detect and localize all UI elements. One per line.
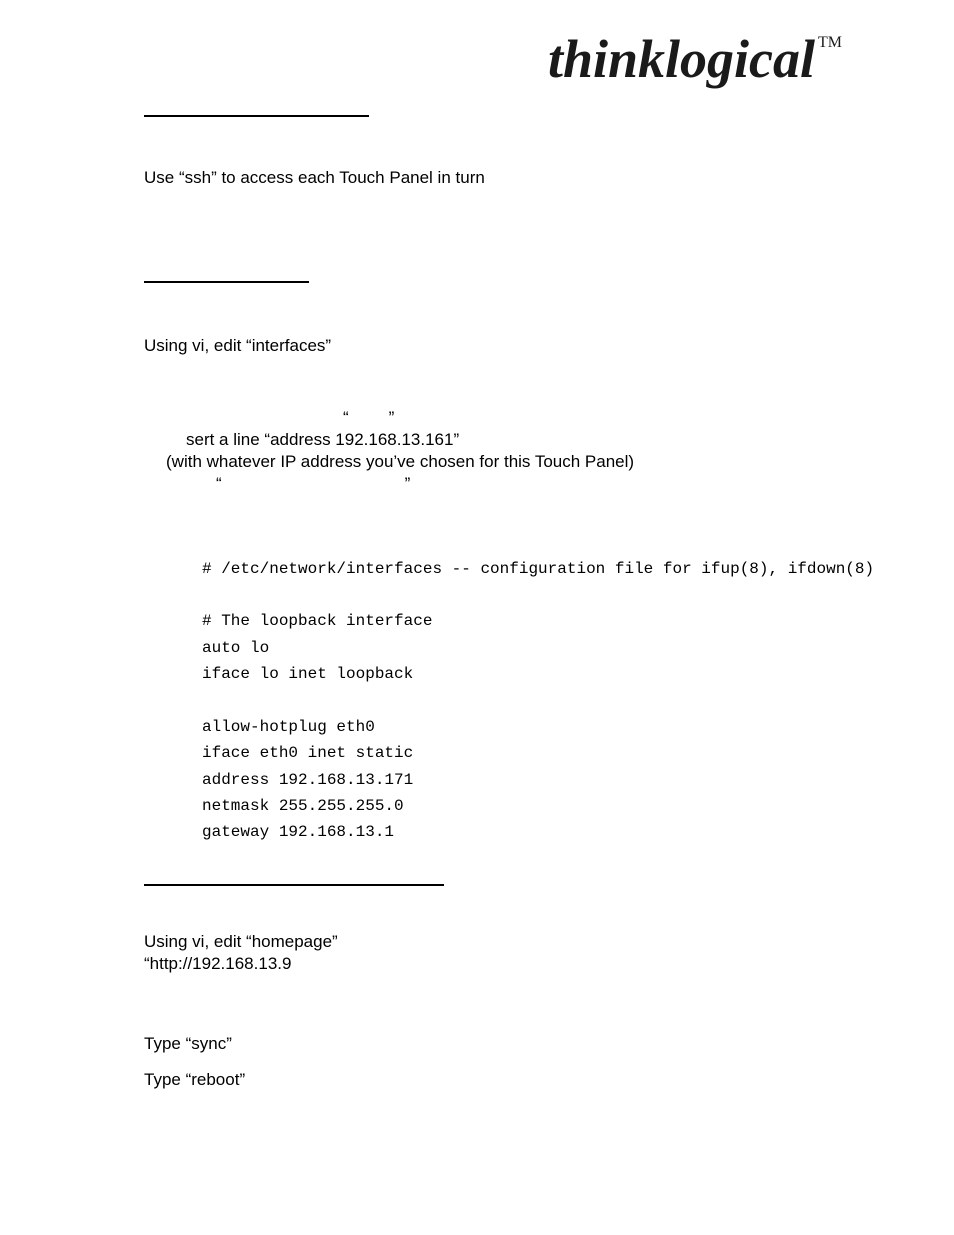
paragraph: Use “ssh” to access each Touch Panel in … bbox=[144, 167, 844, 189]
code-block: # /etc/network/interfaces -- configurati… bbox=[202, 556, 844, 846]
divider bbox=[144, 115, 369, 117]
paragraph: sert a line “address 192.168.13.161” bbox=[186, 429, 844, 451]
brand-text: thinklogical bbox=[548, 29, 815, 89]
code-line: iface eth0 inet static bbox=[202, 744, 413, 762]
code-line: # /etc/network/interfaces -- configurati… bbox=[202, 560, 874, 578]
code-line: auto lo bbox=[202, 639, 269, 657]
trademark-icon: TM bbox=[818, 34, 842, 51]
code-line: # The loopback interface bbox=[202, 612, 432, 630]
paragraph: Type “sync” bbox=[144, 1033, 844, 1055]
paragraph: Using vi, edit “interfaces” bbox=[144, 335, 844, 357]
paragraph: Type “reboot” bbox=[144, 1069, 844, 1091]
text-fragment: “” bbox=[186, 407, 844, 429]
paragraph: “http://192.168.13.9 bbox=[144, 953, 844, 975]
text-fragment: “” bbox=[186, 473, 844, 495]
code-line: gateway 192.168.13.1 bbox=[202, 823, 394, 841]
brand-logo: thinklogicalTM bbox=[548, 28, 839, 90]
code-line: netmask 255.255.255.0 bbox=[202, 797, 404, 815]
code-line: address 192.168.13.171 bbox=[202, 771, 413, 789]
paragraph: Using vi, edit “homepage” bbox=[144, 931, 844, 953]
divider bbox=[144, 281, 309, 283]
document-body: Use “ssh” to access each Touch Panel in … bbox=[144, 115, 844, 1091]
code-line: iface lo inet loopback bbox=[202, 665, 413, 683]
code-line: allow-hotplug eth0 bbox=[202, 718, 375, 736]
paragraph: (with whatever IP address you’ve chosen … bbox=[166, 451, 844, 473]
divider bbox=[144, 884, 444, 886]
